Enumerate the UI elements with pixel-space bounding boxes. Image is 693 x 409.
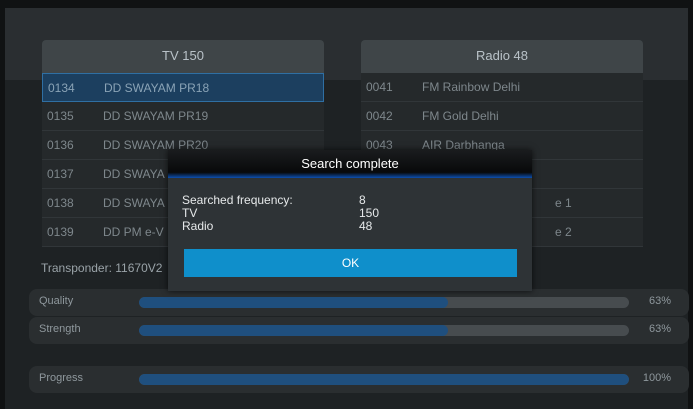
- summary-value: 48: [359, 219, 373, 233]
- channel-name: DD SWAYAM PR19: [103, 109, 209, 123]
- channel-number: 0137: [47, 167, 74, 181]
- channel-name: FM Gold Delhi: [422, 109, 499, 123]
- quality-value: 63%: [648, 295, 671, 307]
- summary-row: TV 150: [182, 207, 512, 220]
- radio-channel-row[interactable]: 0042 FM Gold Delhi: [361, 102, 643, 131]
- channel-number: 0138: [47, 196, 74, 210]
- channel-number: 0042: [366, 109, 393, 123]
- tv-list-header: TV 150: [42, 40, 324, 73]
- quality-bar: [139, 297, 629, 308]
- channel-number: 0134: [48, 81, 75, 95]
- channel-name: e 1: [555, 196, 572, 210]
- channel-name: DD SWAYAM PR18: [104, 81, 210, 95]
- summary-key: Searched frequency:: [182, 193, 293, 207]
- ok-button[interactable]: OK: [184, 249, 517, 277]
- channel-number: 0135: [47, 109, 74, 123]
- summary-row: Searched frequency: 8: [182, 194, 512, 207]
- strength-bar-fill: [139, 325, 448, 336]
- channel-number: 0139: [47, 225, 74, 239]
- channel-name: e 2: [555, 225, 572, 239]
- channel-number: 0136: [47, 138, 74, 152]
- quality-label: Quality: [39, 295, 74, 307]
- strength-value: 63%: [648, 323, 671, 335]
- quality-bar-fill: [139, 297, 448, 308]
- progress-bar: [139, 374, 629, 385]
- summary-key: Radio: [182, 219, 214, 233]
- radio-channel-row[interactable]: 0041 FM Rainbow Delhi: [361, 73, 643, 102]
- channel-name: DD SWAYA: [103, 167, 165, 181]
- channel-name: DD PM e-V: [103, 225, 164, 239]
- channel-number: 0041: [366, 80, 393, 94]
- dialog-summary: Searched frequency: 8 TV 150 Radio 48: [182, 194, 512, 233]
- transponder-info: Transponder: 11670V2: [41, 261, 163, 275]
- channel-name: FM Rainbow Delhi: [422, 80, 521, 94]
- search-complete-dialog: Search complete Searched frequency: 8 TV…: [168, 150, 532, 291]
- radio-list-header: Radio 48: [361, 40, 643, 73]
- channel-name: DD SWAYA: [103, 196, 165, 210]
- progress-value: 100%: [642, 372, 671, 384]
- strength-bar: [139, 325, 629, 336]
- progress-label: Progress: [39, 372, 84, 384]
- quality-meter: Quality 63%: [29, 289, 689, 316]
- tv-channel-row[interactable]: 0134 DD SWAYAM PR18: [42, 73, 324, 102]
- progress-meter: Progress 100%: [29, 366, 689, 393]
- strength-meter: Strength 63%: [29, 317, 689, 344]
- dialog-title: Search complete: [168, 150, 532, 178]
- strength-label: Strength: [39, 323, 81, 335]
- summary-row: Radio 48: [182, 220, 512, 233]
- tv-channel-row[interactable]: 0135 DD SWAYAM PR19: [42, 102, 324, 131]
- progress-bar-fill: [139, 374, 629, 385]
